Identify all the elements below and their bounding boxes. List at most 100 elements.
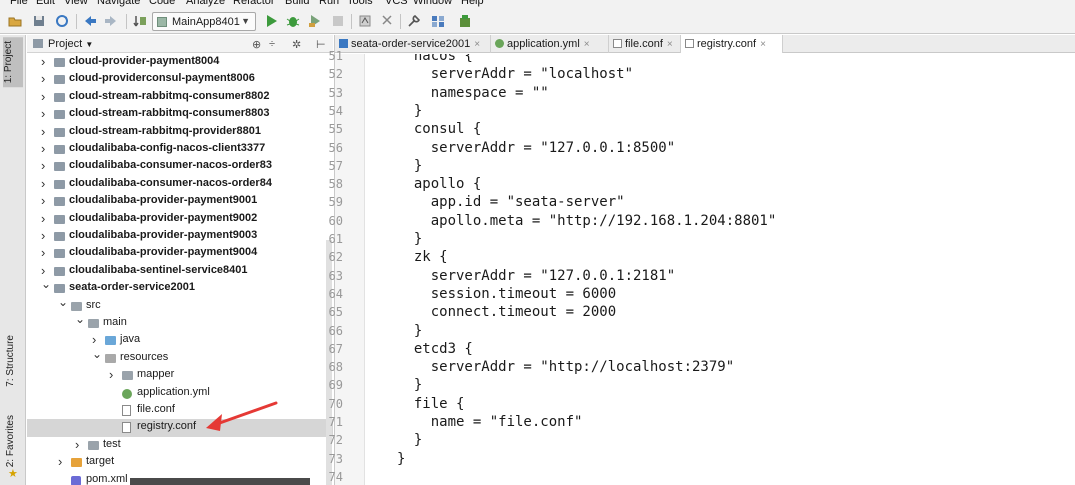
chevron-right-icon[interactable]: › (41, 211, 49, 226)
tree-item[interactable]: ⌄ main (27, 312, 333, 332)
tree-item[interactable]: › cloudalibaba-consumer-nacos-order84 (27, 176, 333, 193)
menu-item-help[interactable]: Help (461, 0, 484, 7)
chevron-right-icon[interactable]: › (75, 437, 83, 452)
chevron-right-icon[interactable]: › (41, 193, 49, 208)
chevron-right-icon[interactable]: › (41, 141, 49, 156)
editor-tab[interactable]: file.conf × (609, 35, 681, 53)
menu-item-tools[interactable]: Tools (347, 0, 373, 7)
chevron-right-icon[interactable]: › (41, 158, 49, 173)
project-view-selector[interactable]: Project ▼ (48, 38, 93, 50)
code-area[interactable]: nacos { serverAddr = "localhost" namespa… (366, 54, 1075, 485)
chevron-right-icon[interactable]: › (41, 228, 49, 243)
chevron-down-icon[interactable]: ⌄ (75, 312, 85, 326)
settings-icon[interactable] (358, 14, 372, 28)
tree-item[interactable]: registry.conf (27, 419, 333, 437)
code-line: } (397, 450, 406, 467)
chevron-right-icon[interactable]: › (41, 245, 49, 260)
back-icon[interactable] (83, 14, 97, 28)
chevron-down-icon[interactable]: ⌄ (58, 295, 68, 309)
chevron-right-icon[interactable]: › (41, 89, 49, 104)
collapse-icon[interactable]: ÷ (269, 38, 275, 50)
tree-item[interactable]: › cloudalibaba-config-nacos-client3377 (27, 141, 333, 158)
save-icon[interactable] (32, 14, 46, 28)
stop-icon[interactable] (331, 14, 345, 28)
menu-item-file[interactable]: File (10, 0, 28, 7)
tree-item[interactable]: application.yml (27, 385, 333, 402)
close-icon[interactable]: × (474, 39, 480, 50)
sdk-icon[interactable] (458, 14, 472, 28)
tree-item[interactable]: ⌄ src (27, 295, 333, 315)
chevron-right-icon[interactable]: › (41, 71, 49, 86)
structure-icon[interactable] (380, 14, 394, 28)
menu-item-window[interactable]: Window (413, 0, 452, 7)
chevron-right-icon[interactable]: › (41, 54, 49, 69)
tree-item[interactable]: › cloud-stream-rabbitmq-consumer8802 (27, 89, 333, 106)
close-icon[interactable]: × (667, 39, 673, 50)
tree-item[interactable]: › java (27, 332, 333, 349)
menu-item-refactor[interactable]: Refactor (233, 0, 275, 7)
menu-item-analyze[interactable]: Analyze (186, 0, 225, 7)
menu-item-code[interactable]: Code (149, 0, 175, 7)
close-icon[interactable]: × (760, 39, 766, 50)
chevron-right-icon[interactable]: › (41, 176, 49, 191)
code-line: apollo { (397, 176, 482, 193)
chevron-right-icon[interactable]: › (58, 454, 66, 469)
menu-item-edit[interactable]: Edit (36, 0, 55, 7)
line-number: 61 (328, 232, 343, 246)
build-icon[interactable] (133, 14, 147, 28)
tree-item[interactable]: › cloud-stream-rabbitmq-consumer8803 (27, 106, 333, 123)
chevron-right-icon[interactable]: › (41, 106, 49, 121)
locate-icon[interactable]: ⊕ (252, 38, 261, 51)
close-icon[interactable]: × (584, 39, 590, 50)
menu-item-view[interactable]: View (64, 0, 88, 7)
chevron-right-icon[interactable]: › (41, 124, 49, 139)
menu-item-vcs[interactable]: VCS (385, 0, 408, 7)
run-config-selector[interactable]: MainApp8401 ▼ (152, 12, 256, 31)
gear-icon[interactable]: ✲ (292, 38, 301, 51)
sync-icon[interactable] (55, 14, 69, 28)
open-icon[interactable] (8, 14, 22, 28)
code-line: serverAddr = "localhost" (397, 66, 634, 83)
chevron-right-icon[interactable]: › (41, 263, 49, 278)
menu-item-build[interactable]: Build (285, 0, 309, 7)
tree-item[interactable]: › test (27, 437, 333, 454)
tree-item[interactable]: › mapper (27, 367, 333, 384)
run-icon[interactable] (264, 14, 278, 28)
tree-item[interactable]: › cloudalibaba-sentinel-service8401 (27, 263, 333, 280)
tab-project-tool-window[interactable]: 1: Project (3, 37, 23, 88)
tree-item[interactable]: › cloud-provider-payment8004 (27, 54, 333, 71)
tree-item[interactable]: › cloudalibaba-provider-payment9004 (27, 245, 333, 262)
tree-item[interactable]: › cloudalibaba-provider-payment9002 (27, 211, 333, 228)
tree-item[interactable]: ⌄ seata-order-service2001 (27, 277, 333, 297)
code-line: nacos { (397, 54, 473, 64)
menu-item-run[interactable]: Run (319, 0, 339, 7)
menu-item-navigate[interactable]: Navigate (97, 0, 140, 7)
editor-tab[interactable]: registry.conf × (681, 35, 783, 53)
code-line: name = "file.conf" (397, 414, 583, 430)
editor-tab[interactable]: seata-order-service2001 × (335, 35, 491, 53)
maven-file-icon (71, 475, 81, 485)
code-line: serverAddr = "127.0.0.1:8500" (397, 139, 676, 156)
editor-tab[interactable]: application.yml × (491, 35, 609, 53)
chevron-down-icon[interactable]: ⌄ (92, 347, 102, 361)
tree-item[interactable]: › cloud-providerconsul-payment8006 (27, 71, 333, 88)
tree-item[interactable]: ⌄ resources (27, 347, 333, 367)
tree-item[interactable]: › cloudalibaba-provider-payment9001 (27, 193, 333, 210)
wrench-icon[interactable] (407, 14, 421, 28)
tree-item[interactable]: › target (27, 454, 333, 471)
chevron-right-icon[interactable]: › (92, 332, 100, 347)
tree-item[interactable]: › cloudalibaba-consumer-nacos-order83 (27, 158, 333, 175)
chevron-right-icon[interactable]: › (109, 367, 117, 382)
tree-item[interactable]: › cloudalibaba-provider-payment9003 (27, 228, 333, 245)
tree-item[interactable]: file.conf (27, 402, 333, 419)
project-structure-icon[interactable] (431, 14, 445, 28)
line-number: 71 (328, 415, 343, 429)
forward-icon[interactable] (104, 14, 118, 28)
editor-tab-label: application.yml (507, 38, 580, 50)
coverage-icon[interactable] (308, 14, 322, 28)
tab-structure-tool-window[interactable]: 7: Structure (5, 335, 16, 387)
tab-favorites-tool-window[interactable]: 2: Favorites (5, 415, 16, 467)
tree-item[interactable]: › cloud-stream-rabbitmq-provider8801 (27, 124, 333, 141)
chevron-down-icon[interactable]: ⌄ (41, 277, 51, 291)
debug-icon[interactable] (286, 14, 300, 28)
